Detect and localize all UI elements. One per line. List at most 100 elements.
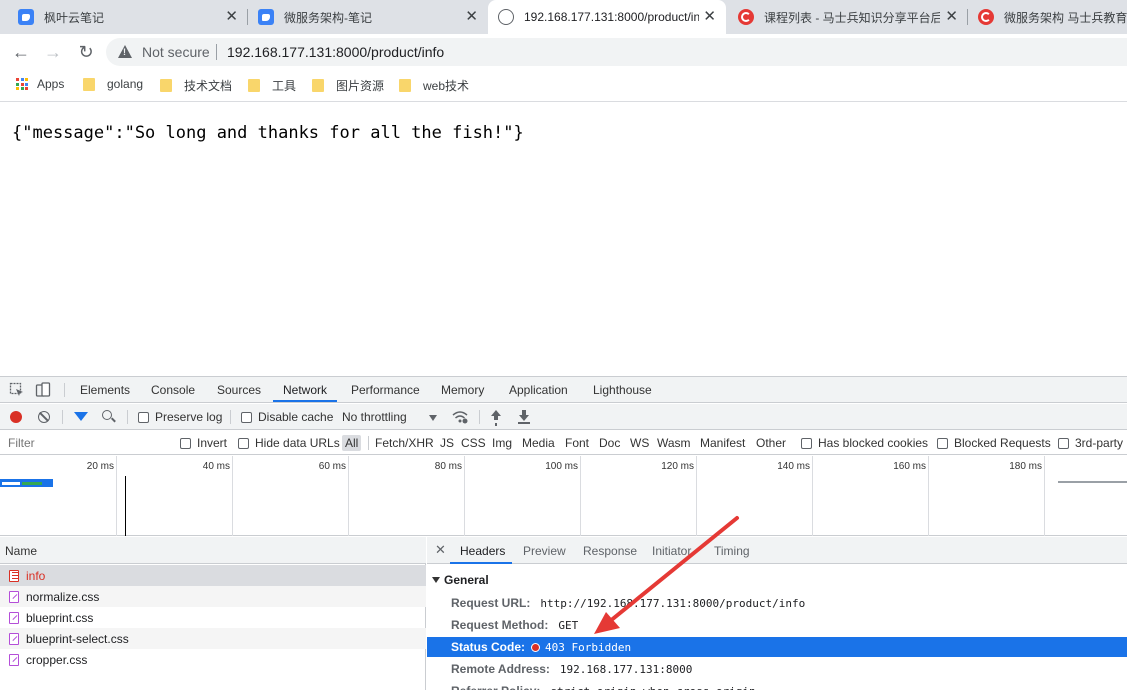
warning-icon[interactable] [118,45,132,58]
filter-type-css[interactable]: CSS [461,436,486,450]
devtools-tab-performance[interactable]: Performance [351,383,420,397]
throttling-select[interactable]: No throttling [342,410,407,424]
devtools-tab-application[interactable]: Application [509,383,568,397]
devtools-tab-network[interactable]: Network [283,383,327,397]
back-arrow-icon[interactable]: ← [10,41,32,63]
url-text[interactable]: 192.168.177.131:8000/product/info [227,44,444,60]
close-icon[interactable]: ✕ [435,542,446,558]
timeline-tick: 140 ms [777,461,810,472]
filter-type-all[interactable]: All [342,435,362,451]
checkbox-label: Disable cache [258,410,334,424]
filter-type-img[interactable]: Img [492,436,512,450]
request-row[interactable]: blueprint-select.css [0,628,426,649]
bookmark-folder[interactable]: 技术文档 [160,77,232,94]
address-bar[interactable]: Not secure 192.168.177.131:8000/product/… [106,38,1127,66]
invert-checkbox[interactable]: Invert [180,436,227,450]
bookmark-folder[interactable]: 工具 [248,77,296,94]
reload-icon[interactable]: ↻ [75,41,97,63]
browser-tab[interactable]: 微服务架构-笔记 ✕ [248,0,488,34]
inspect-element-icon[interactable] [9,382,25,398]
blocked-requests-checkbox[interactable]: Blocked Requests [937,436,1051,450]
filter-type-doc[interactable]: Doc [599,436,620,450]
checkbox-label: Invert [197,436,228,450]
filter-type-other[interactable]: Other [756,436,786,450]
browser-tab[interactable]: 微服务架构 马士兵教育官网 [968,0,1127,34]
details-tab-preview[interactable]: Preview [523,544,566,558]
filter-type-js[interactable]: JS [440,436,454,450]
forward-arrow-icon[interactable]: → [42,41,64,63]
folder-icon [83,77,95,91]
devtools-tab-elements[interactable]: Elements [80,383,130,397]
bookmark-folder[interactable]: 图片资源 [312,77,384,94]
details-tab-response[interactable]: Response [583,544,637,558]
search-icon[interactable] [102,410,112,420]
globe-icon [498,9,514,25]
bookmark-folder[interactable]: web技术 [399,77,469,94]
browser-tab[interactable]: 枫叶云笔记 ✕ [8,0,248,34]
waterfall-bar [22,482,42,485]
devtools-tab-lighthouse[interactable]: Lighthouse [593,383,652,397]
folder-icon [160,79,172,92]
header-key: Remote Address: [451,662,550,676]
browser-tab[interactable]: 课程列表 - 马士兵知识分享平台后台 ✕ [728,0,968,34]
browser-toolbar: ← → ↻ Not secure 192.168.177.131:8000/pr… [0,34,1127,70]
checkbox-label: Hide data URLs [255,436,340,450]
security-status[interactable]: Not secure [142,44,210,60]
active-tab-indicator [273,400,337,402]
filter-type-wasm[interactable]: Wasm [657,436,691,450]
close-tab-icon[interactable]: ✕ [703,9,716,25]
network-overview-timeline[interactable]: 20 ms 40 ms 60 ms 80 ms 100 ms 120 ms 14… [0,456,1127,536]
waterfall-bar [1058,481,1127,483]
filter-type-ws[interactable]: WS [630,436,649,450]
devtools-tab-console[interactable]: Console [151,383,195,397]
export-har-icon[interactable] [518,410,530,424]
request-row[interactable]: info [0,565,426,586]
request-name: blueprint-select.css [26,631,129,646]
folder-icon [248,79,260,92]
browser-tab-active[interactable]: 192.168.177.131:8000/product/info ✕ [488,0,726,34]
filter-input[interactable] [2,433,166,453]
close-tab-icon[interactable]: ✕ [945,9,958,25]
details-tab-headers[interactable]: Headers [460,544,505,558]
clear-icon[interactable] [38,411,50,423]
filter-funnel-icon[interactable] [74,412,88,421]
timeline-tick: 180 ms [1009,461,1042,472]
filter-type-font[interactable]: Font [565,436,589,450]
record-icon[interactable] [10,411,22,423]
disable-cache-checkbox[interactable]: Disable cache [241,410,333,424]
filter-type-manifest[interactable]: Manifest [700,436,745,450]
request-row[interactable]: normalize.css [0,586,426,607]
network-conditions-icon[interactable] [452,410,468,424]
close-tab-icon[interactable]: ✕ [225,9,238,25]
details-tab-initiator[interactable]: Initiator [652,544,691,558]
request-row[interactable]: cropper.css [0,649,426,670]
column-header-name[interactable]: Name [0,537,426,564]
request-row[interactable]: blueprint.css [0,607,426,628]
bookmark-label: web技术 [423,79,470,93]
msb-logo-icon [978,9,994,25]
header-value: 192.168.177.131:8000 [559,662,693,676]
close-tab-icon[interactable]: ✕ [465,9,478,25]
browser-tab-strip: 枫叶云笔记 ✕ 微服务架构-笔记 ✕ 192.168.177.131:8000/… [0,0,1127,34]
filter-type-media[interactable]: Media [522,436,555,450]
third-party-checkbox[interactable]: 3rd-party [1058,436,1123,450]
chevron-down-icon[interactable] [429,415,437,421]
checkbox-label: 3rd-party [1075,436,1124,450]
hide-data-urls-checkbox[interactable]: Hide data URLs [238,436,340,450]
device-toolbar-icon[interactable] [35,382,51,398]
bookmark-label: Apps [37,77,65,91]
import-har-icon[interactable] [490,410,502,424]
devtools-tab-memory[interactable]: Memory [441,383,484,397]
general-section-toggle[interactable]: General [432,573,489,587]
devtools-tab-sources[interactable]: Sources [217,383,261,397]
bookmark-apps[interactable]: Apps [16,77,64,91]
filter-type-fetch-xhr[interactable]: Fetch/XHR [375,436,434,450]
notes-app-icon [258,9,274,25]
request-name: normalize.css [26,589,100,604]
details-tab-timing[interactable]: Timing [714,544,750,558]
preserve-log-checkbox[interactable]: Preserve log [138,410,222,424]
notes-app-icon [18,9,34,25]
header-key: Status Code: [451,640,526,654]
has-blocked-cookies-checkbox[interactable]: Has blocked cookies [801,436,928,450]
bookmark-folder[interactable]: golang [83,77,143,91]
